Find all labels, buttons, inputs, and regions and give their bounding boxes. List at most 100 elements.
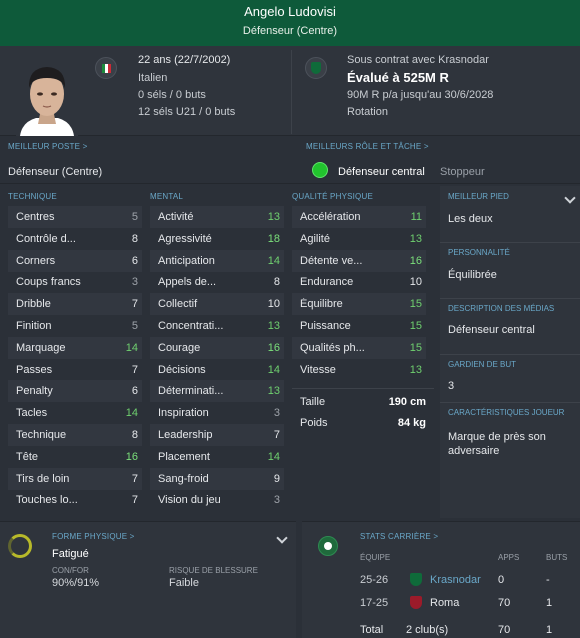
attribute-value: 14 xyxy=(267,363,280,376)
attribute-row[interactable]: Penalty 6 xyxy=(8,380,142,403)
chevron-down-icon[interactable] xyxy=(276,532,288,544)
club-crest-icon[interactable] xyxy=(305,57,327,79)
attribute-row[interactable]: Puissance 15 xyxy=(292,315,426,337)
attribute-name: Penalty xyxy=(16,385,53,398)
attribute-name: Technique xyxy=(16,429,67,441)
attribute-value: 5 xyxy=(131,211,138,223)
career-goals: - xyxy=(546,574,550,586)
attribute-value: 15 xyxy=(409,341,422,354)
attribute-name: Finition xyxy=(16,320,52,332)
chevron-down-icon[interactable] xyxy=(564,192,576,204)
mental-attributes: Activité 13 Agressivité 18 Anticipation 14 App… xyxy=(150,206,292,514)
mental-heading: MENTAL xyxy=(150,192,184,201)
attribute-name: Inspiration xyxy=(158,407,209,420)
attribute-row[interactable]: Endurance 10 xyxy=(292,271,426,293)
attribute-name: Accélération xyxy=(300,211,361,223)
total-apps: 70 xyxy=(498,624,511,636)
career-stats-link[interactable]: STATS CARRIÈRE > xyxy=(360,532,438,541)
attribute-row[interactable]: Sang-froid 9 xyxy=(150,467,284,490)
fitness-link[interactable]: FORME PHYSIQUE > xyxy=(52,532,135,541)
u21-caps: 12 séls U21 / 0 buts xyxy=(138,106,236,118)
attribute-row[interactable]: Tête 16 xyxy=(8,446,142,468)
attribute-row[interactable]: Anticipation 14 xyxy=(150,249,284,272)
attribute-row[interactable]: Marquage 14 xyxy=(8,336,142,359)
career-team[interactable]: Krasnodar xyxy=(430,574,481,586)
physique-box: Taille 190 cm Poids 84 kg xyxy=(292,388,434,436)
attribute-row[interactable]: Centres 5 xyxy=(8,206,142,228)
role-suitability-dot-icon xyxy=(312,162,328,178)
attribute-row[interactable]: Corners 6 xyxy=(8,249,142,272)
attribute-row[interactable]: Tacles 14 xyxy=(8,402,142,424)
attribute-name: Centres xyxy=(16,211,55,223)
football-icon xyxy=(318,536,338,556)
attribute-row[interactable]: Vision du jeu 3 xyxy=(150,489,284,511)
attribute-row[interactable]: Accélération 11 xyxy=(292,206,426,228)
attribute-row[interactable]: Passes 7 xyxy=(8,359,142,381)
attribute-value: 14 xyxy=(267,254,280,267)
career-apps: 0 xyxy=(498,574,505,586)
player-value: Évalué à 525M R xyxy=(347,70,449,85)
media-heading: DESCRIPTION DES MÉDIAS xyxy=(448,304,555,313)
attribute-value: 13 xyxy=(409,363,422,376)
divider xyxy=(291,50,292,134)
attribute-name: Appels de... xyxy=(158,276,217,289)
attribute-value: 14 xyxy=(125,341,138,354)
total-label: Total xyxy=(360,624,384,636)
attribute-name: Courage xyxy=(158,341,201,354)
attribute-row[interactable]: Collectif 10 xyxy=(150,293,284,316)
attribute-row[interactable]: Coups francs 3 xyxy=(8,271,142,293)
attribute-value: 7 xyxy=(273,429,280,441)
attribute-row[interactable]: Leadership 7 xyxy=(150,424,284,446)
attribute-row[interactable]: Équilibre 15 xyxy=(292,293,426,316)
attribute-name: Placement xyxy=(158,450,210,463)
goalkeeper-heading: GARDIEN DE BUT xyxy=(448,360,517,369)
attribute-row[interactable]: Détente ve... 16 xyxy=(292,249,426,272)
attribute-name: Contrôle d... xyxy=(16,232,76,245)
attribute-row[interactable]: Tirs de loin 7 xyxy=(8,467,142,490)
attribute-name: Détente ve... xyxy=(300,254,363,267)
weight-value: 84 kg xyxy=(397,417,426,429)
attribute-row[interactable]: Dribble 7 xyxy=(8,293,142,316)
attribute-value: 9 xyxy=(273,472,280,485)
attribute-value: 13 xyxy=(267,320,280,332)
best-position-link[interactable]: MEILLEUR POSTE > xyxy=(8,142,87,151)
divider xyxy=(440,354,580,355)
career-stats-panel: STATS CARRIÈRE > ÉQUIPE APPS BUTS 25-26 K… xyxy=(302,521,580,638)
attribute-row[interactable]: Concentrati... 13 xyxy=(150,315,284,337)
attribute-row[interactable]: Placement 14 xyxy=(150,446,284,468)
player-name: Angelo Ludovisi xyxy=(244,4,336,19)
attribute-name: Déterminati... xyxy=(158,385,224,398)
attribute-name: Marquage xyxy=(16,341,66,354)
attribute-value: 7 xyxy=(131,494,138,507)
player-header: Angelo Ludovisi Défenseur (Centre) xyxy=(0,0,580,46)
attribute-value: 10 xyxy=(267,298,280,311)
attribute-name: Concentrati... xyxy=(158,320,224,332)
attribute-value: 5 xyxy=(131,320,138,332)
attribute-row[interactable]: Inspiration 3 xyxy=(150,402,284,424)
player-age: 22 ans (22/7/2002) xyxy=(138,54,231,66)
attribute-row[interactable]: Activité 13 xyxy=(150,206,284,228)
attribute-name: Équilibre xyxy=(300,298,343,311)
career-apps: 70 xyxy=(498,597,511,609)
attribute-row[interactable]: Courage 16 xyxy=(150,336,284,359)
attribute-value: 8 xyxy=(131,232,138,245)
attribute-row[interactable]: Vitesse 13 xyxy=(292,359,426,381)
attribute-row[interactable]: Appels de... 8 xyxy=(150,271,284,293)
attribute-row[interactable]: Décisions 14 xyxy=(150,359,284,381)
attribute-row[interactable]: Contrôle d... 8 xyxy=(8,228,142,250)
attribute-row[interactable]: Touches lo... 7 xyxy=(8,489,142,511)
attribute-row[interactable]: Agressivité 18 xyxy=(150,228,284,250)
total-goals: 1 xyxy=(546,624,553,636)
attribute-value: 15 xyxy=(409,320,422,332)
condition-label: CON/FOR xyxy=(52,566,89,575)
player-portrait xyxy=(16,56,78,136)
best-foot-heading: MEILLEUR PIED xyxy=(448,192,509,201)
physical-attributes: Accélération 11 Agilité 13 Détente ve... 16 En… xyxy=(292,206,434,514)
attribute-row[interactable]: Qualités ph... 15 xyxy=(292,336,426,359)
attribute-name: Tête xyxy=(16,450,39,463)
best-role-link[interactable]: MEILLEURS RÔLE ET TÂCHE > xyxy=(306,142,429,151)
attribute-row[interactable]: Technique 8 xyxy=(8,424,142,446)
attribute-row[interactable]: Agilité 13 xyxy=(292,228,426,250)
attribute-row[interactable]: Déterminati... 13 xyxy=(150,380,284,403)
attribute-row[interactable]: Finition 5 xyxy=(8,315,142,337)
